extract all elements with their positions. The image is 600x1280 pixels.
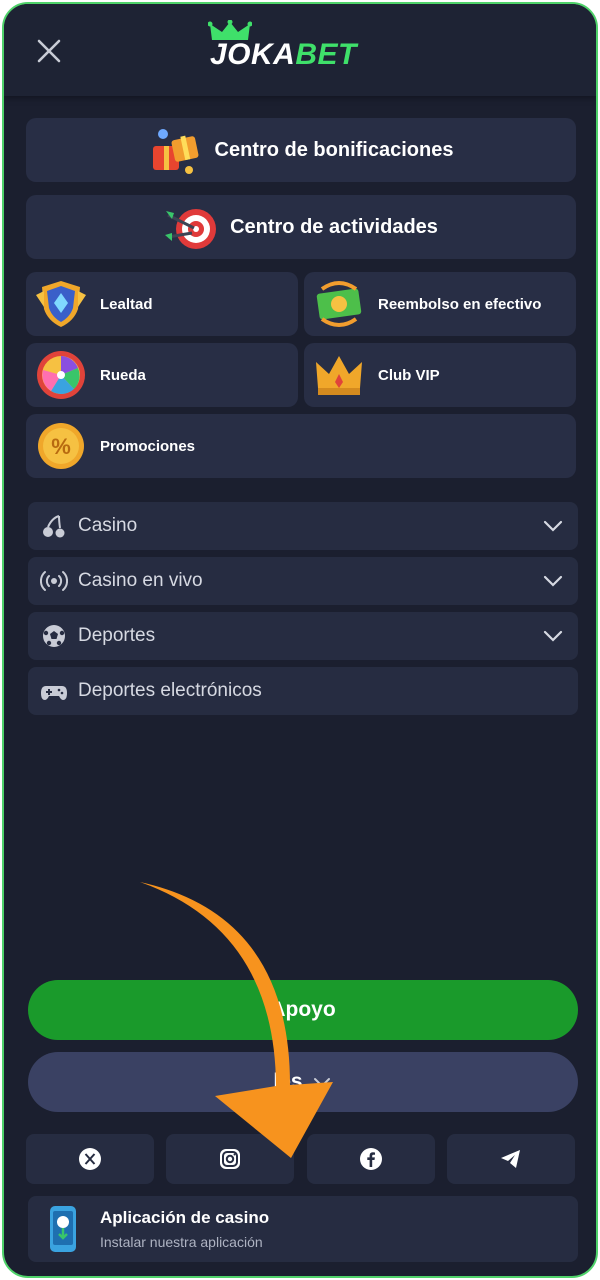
svg-text:%: % [51,434,71,459]
cash-money-icon [316,281,362,327]
casino-app-banner[interactable]: Aplicación de casino Instalar nuestra ap… [28,1196,578,1262]
gift-box-icon [152,129,198,174]
jokabet-logo[interactable]: JOKABET [204,20,404,80]
menu-item-label: Casino en vivo [78,570,203,591]
shield-gem-icon [36,281,86,327]
bonus-center-button[interactable]: Centro de bonificaciones [26,118,576,182]
cashback-button[interactable]: Reembolso en efectivo [304,272,576,336]
menu-item-label: Casino [78,515,138,536]
instagram-social-button[interactable] [166,1134,294,1184]
soccer-ball-icon [43,625,65,647]
facebook-social-button[interactable] [307,1134,435,1184]
menu-item-esports[interactable]: Deportes electrónicos [28,667,578,715]
app-banner-title: Aplicación de casino [100,1208,270,1227]
gamepad-icon [41,686,67,700]
promotions-label: Promociones [100,437,196,455]
x-social-button[interactable] [26,1134,154,1184]
facebook-icon [360,1148,382,1170]
crown-icon [316,356,362,395]
chevron-down-icon [313,1078,330,1088]
logo-text-joka: JOKA [210,38,296,71]
close-icon[interactable] [32,34,66,68]
menu-item-label: Deportes [78,625,156,646]
menu-item-live-casino[interactable]: Casino en vivo [28,557,578,605]
bonus-center-label: Centro de bonificaciones [214,138,454,161]
fortune-wheel-icon [37,351,85,399]
telegram-icon [501,1150,520,1168]
promotions-button[interactable]: % Promociones [26,414,576,478]
telegram-social-button[interactable] [447,1134,575,1184]
x-icon [79,1148,101,1170]
wheel-label: Rueda [100,366,146,384]
phone-download-icon [50,1206,76,1252]
header: JOKABET [4,4,596,96]
menu-item-casino[interactable]: Casino [28,502,578,550]
broadcast-icon [40,571,68,591]
dart-target-icon [165,209,217,249]
logo-text-bet: BET [295,38,357,71]
menu-item-label: Deportes electrónicos [78,680,262,701]
language-label: lés [273,1070,303,1093]
chevron-down-icon[interactable] [542,570,564,592]
menu-panel: JOKABET Centro de bonificaciones Centro … [2,2,598,1278]
support-label: Apoyo [270,998,336,1021]
vip-club-label: Club VIP [378,366,440,384]
activity-center-label: Centro de actividades [230,215,438,238]
app-banner-subtitle: Instalar nuestra aplicación [100,1234,263,1250]
instagram-icon [220,1149,240,1169]
chevron-down-icon[interactable] [542,515,564,537]
cashback-label: Reembolso en efectivo [378,295,542,313]
language-selector[interactable]: lés [28,1052,578,1112]
menu-item-sports[interactable]: Deportes [28,612,578,660]
cherry-icon [43,515,65,538]
vip-club-button[interactable]: Club VIP [304,343,576,407]
support-button[interactable]: Apoyo [28,980,578,1040]
percent-coin-icon: % [38,423,84,469]
chevron-down-icon[interactable] [542,625,564,647]
loyalty-label: Lealtad [100,295,153,313]
loyalty-button[interactable]: Lealtad [26,272,298,336]
wheel-button[interactable]: Rueda [26,343,298,407]
activity-center-button[interactable]: Centro de actividades [26,195,576,259]
